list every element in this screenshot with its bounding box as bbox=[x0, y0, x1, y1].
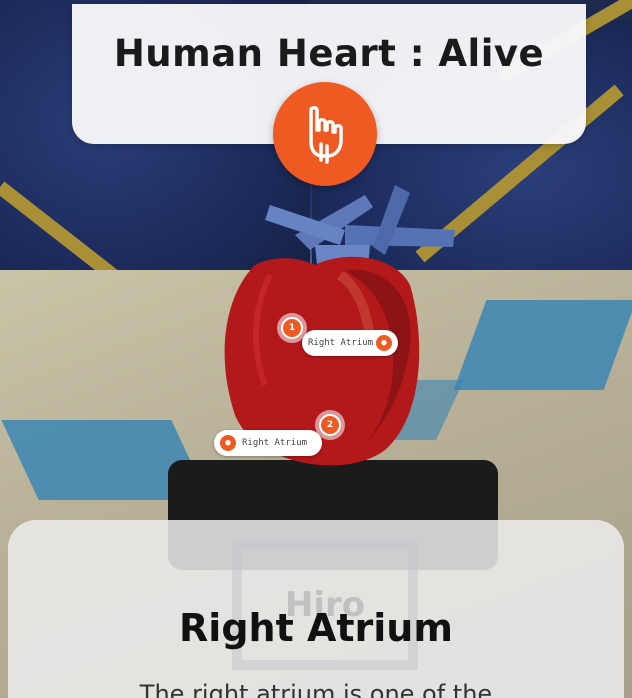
info-panel-title: Right Atrium bbox=[179, 606, 453, 650]
annotation-2-badge: ● bbox=[220, 435, 236, 451]
table-pattern bbox=[453, 300, 632, 390]
hotspot-1-number: 1 bbox=[281, 317, 303, 339]
interact-button[interactable] bbox=[273, 82, 377, 186]
tap-hand-icon bbox=[309, 106, 343, 164]
info-panel-description: The right atrium is one of the bbox=[139, 680, 493, 698]
ar-scene: 1 Right Atrium ● 2 ● Right Atrium Human … bbox=[0, 0, 632, 698]
page-title: Human Heart : Alive bbox=[113, 32, 545, 75]
hotspot-2-number: 2 bbox=[319, 414, 341, 436]
annotation-label-2[interactable]: ● Right Atrium bbox=[214, 430, 322, 456]
annotation-label-1[interactable]: Right Atrium ● bbox=[302, 330, 398, 356]
annotation-label-2-text: Right Atrium bbox=[242, 438, 308, 448]
hiro-marker: Hiro bbox=[232, 540, 418, 670]
annotation-1-badge: ● bbox=[376, 335, 392, 351]
annotation-label-1-text: Right Atrium bbox=[308, 338, 374, 348]
